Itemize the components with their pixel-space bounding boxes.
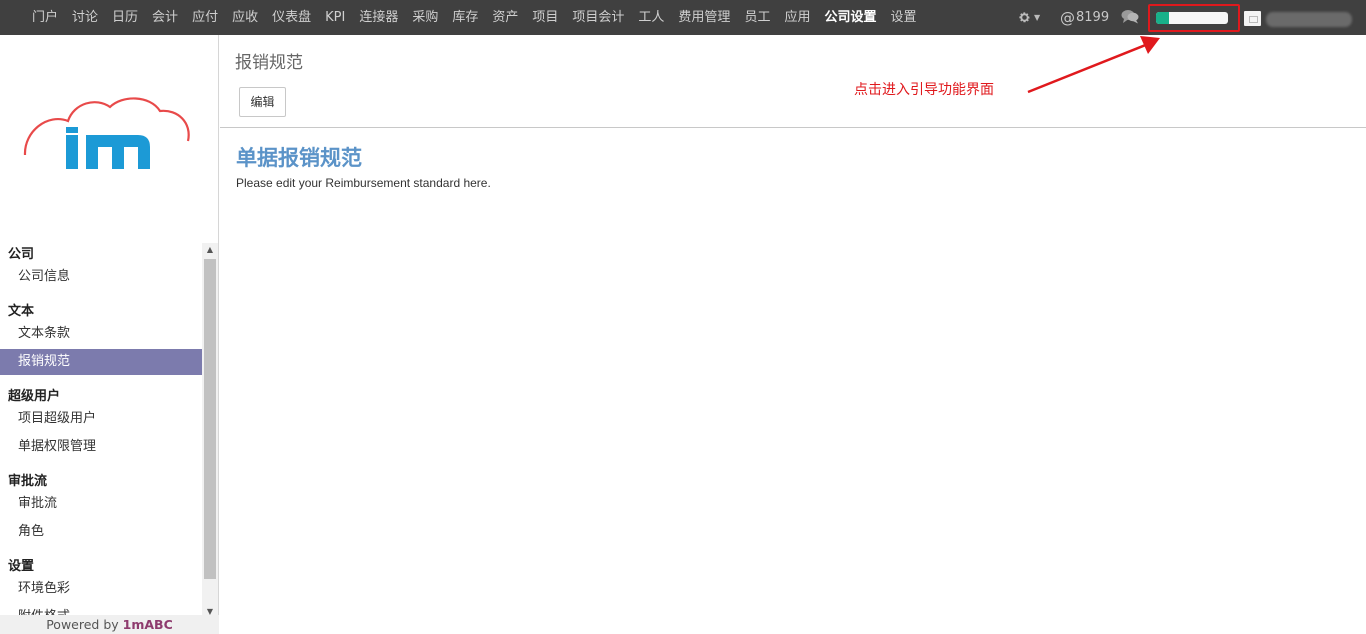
topnav-item[interactable]: KPI xyxy=(318,0,352,35)
topnav-item[interactable]: 讨论 xyxy=(65,0,105,35)
topnav-item[interactable]: 应用 xyxy=(777,0,817,35)
user-name-menu[interactable] xyxy=(1266,12,1352,27)
sidebar-item[interactable]: 环境色彩 xyxy=(0,576,202,602)
scroll-up-arrow-icon[interactable]: ▲ xyxy=(202,243,218,257)
topnav-item[interactable]: 应付 xyxy=(185,0,225,35)
sidebar-item[interactable]: 公司信息 xyxy=(0,264,202,290)
guide-progress-fill xyxy=(1156,12,1169,24)
topnav-item[interactable]: 采购 xyxy=(405,0,445,35)
breadcrumb: 报销规范 xyxy=(235,53,303,73)
document-title: 单据报销规范 xyxy=(236,146,362,170)
company-logo xyxy=(23,97,190,169)
topnav-item[interactable]: 工人 xyxy=(631,0,671,35)
top-nav-menu: 门户 讨论 日历 会计 应付 应收 仪表盘 KPI 连接器 采购 库存 资产 项目 项目会计 工人 费用管理员… xyxy=(25,0,924,35)
chat-icon[interactable] xyxy=(1121,9,1139,24)
annotation-arrow-icon xyxy=(1027,36,1160,94)
sidebar-section-title: 公司 xyxy=(8,247,35,262)
topnav-item[interactable]: 门户 xyxy=(25,0,65,35)
sidebar-menu: 公司 公司信息 文本 文本条款 报销规范 超级用户 项目超级用户 单据权限管理 审批流 审批流 角色… xyxy=(0,243,202,619)
topnav-item[interactable]: 日历 xyxy=(105,0,145,35)
sidebar-section-title: 文本 xyxy=(8,304,35,319)
topnav-item[interactable]: 项目 xyxy=(525,0,565,35)
at-icon: @ xyxy=(1060,8,1075,27)
sidebar-item[interactable]: 项目超级用户 xyxy=(0,406,202,432)
topnav-item[interactable]: 连接器 xyxy=(352,0,405,35)
left-sidebar: 公司 公司信息 文本 文本条款 报销规范 超级用户 项目超级用户 单据权限管理 审批流 审批流 角色… xyxy=(0,35,219,634)
topnav-item[interactable]: 仪表盘 xyxy=(265,0,318,35)
sidebar-item[interactable]: 单据权限管理 xyxy=(0,434,202,460)
topnav-item[interactable]: 库存 xyxy=(445,0,485,35)
topnav-item[interactable]: 会计 xyxy=(145,0,185,35)
topnav-item[interactable]: 员工 xyxy=(737,0,777,35)
sidebar-section-title: 审批流 xyxy=(8,474,48,489)
document-body: Please edit your Reimbursement standard … xyxy=(236,176,491,190)
annotation-label: 点击进入引导功能界面 xyxy=(854,82,994,98)
topnav-item[interactable]: 费用管理 xyxy=(671,0,737,35)
topnav-item[interactable]: 资产 xyxy=(485,0,525,35)
powered-by-label: Powered by xyxy=(46,617,119,632)
powered-by-footer: Powered by 1mABC xyxy=(0,615,219,634)
sidebar-item[interactable]: 文本条款 xyxy=(0,321,202,347)
header-divider xyxy=(220,127,1366,128)
main-content: 报销规范 编辑 单据报销规范 Please edit your Reimburs… xyxy=(220,35,1366,634)
guide-progress-bar xyxy=(1156,12,1228,24)
avatar[interactable] xyxy=(1244,11,1261,26)
sidebar-item[interactable]: 报销规范 xyxy=(0,349,202,375)
sidebar-section-title: 超级用户 xyxy=(8,389,61,404)
sidebar-item[interactable]: 审批流 xyxy=(0,491,202,517)
edit-button[interactable]: 编辑 xyxy=(239,87,286,117)
topnav-item[interactable]: 项目会计 xyxy=(565,0,631,35)
brand-link[interactable]: 1mABC xyxy=(123,617,173,632)
topnav-item[interactable]: 应收 xyxy=(225,0,265,35)
topnav-item[interactable]: 公司设置 xyxy=(817,0,883,35)
sidebar-item[interactable]: 角色 xyxy=(0,519,202,545)
scroll-thumb[interactable] xyxy=(204,259,216,579)
chevron-down-icon: ▼ xyxy=(1034,13,1041,22)
gear-icon xyxy=(1019,12,1030,23)
topnav-item[interactable]: 设置 xyxy=(883,0,923,35)
mention-count: 8199 xyxy=(1076,10,1110,25)
sidebar-scrollbar[interactable]: ▲ ▼ xyxy=(202,243,218,619)
onboarding-guide-button[interactable] xyxy=(1148,4,1240,32)
sidebar-section-title: 设置 xyxy=(8,559,35,574)
